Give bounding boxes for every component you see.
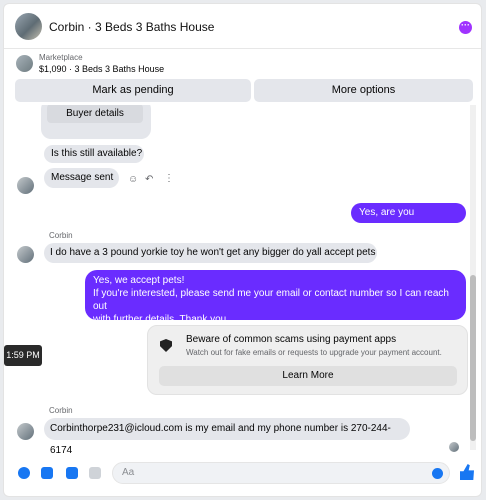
- image-icon[interactable]: [41, 467, 53, 479]
- read-receipt-avatar: [449, 442, 459, 452]
- message-bubble: I do have a 3 pound yorkie toy he won't …: [44, 243, 377, 263]
- message-bubble-outgoing: Yes, we accept pets! If you're intereste…: [85, 270, 466, 325]
- shield-icon: [160, 339, 172, 352]
- more-options-button[interactable]: More options: [254, 79, 473, 102]
- listing-thumbnail[interactable]: [16, 55, 33, 72]
- listing-price-title[interactable]: $1,090 · 3 Beds 3 Baths House: [39, 64, 164, 74]
- message-line: If you're interested, please send me you…: [93, 288, 449, 312]
- sender-name: Corbin: [49, 406, 73, 415]
- message-bubble: Corbinthorpe231@icloud.com is my email a…: [44, 418, 410, 456]
- message-input[interactable]: Aa: [112, 462, 450, 484]
- scam-description: Watch out for fake emails or requests to…: [186, 348, 442, 357]
- gif-icon[interactable]: [89, 467, 101, 479]
- mark-pending-button[interactable]: Mark as pending: [15, 79, 251, 102]
- marketplace-banner: Marketplace $1,090 · 3 Beds 3 Baths Hous…: [4, 49, 481, 105]
- reply-icon[interactable]: ↶: [145, 174, 153, 185]
- chat-title[interactable]: Corbin · 3 Beds 3 Baths House: [49, 20, 214, 34]
- buyer-details-card: Buyer details: [41, 105, 151, 139]
- more-actions-icon[interactable]: ⋮: [164, 173, 174, 184]
- avatar[interactable]: [17, 423, 34, 440]
- contact-avatar[interactable]: [15, 13, 42, 40]
- sticker-icon[interactable]: [66, 467, 78, 479]
- add-icon[interactable]: [18, 467, 30, 479]
- message-bubble: Message sent: [44, 168, 119, 188]
- scam-title: Beware of common scams using payment app…: [186, 334, 397, 345]
- scam-warning-card: Beware of common scams using payment app…: [147, 325, 468, 395]
- like-icon[interactable]: [460, 464, 474, 480]
- buyer-details-button[interactable]: Buyer details: [47, 105, 143, 123]
- avatar[interactable]: [17, 177, 34, 194]
- timestamp-tooltip: 1:59 PM: [4, 345, 42, 366]
- composer: Aa: [4, 456, 481, 496]
- marketplace-label: Marketplace: [39, 53, 83, 62]
- message-list: Buyer details Is this still available? M…: [4, 105, 469, 456]
- more-icon[interactable]: ···: [459, 21, 472, 34]
- avatar[interactable]: [17, 246, 34, 263]
- chat-header: Corbin · 3 Beds 3 Baths House ···: [4, 4, 481, 49]
- scrollbar-thumb[interactable]: [470, 275, 476, 441]
- message-line: Yes, we accept pets!: [93, 275, 185, 286]
- learn-more-button[interactable]: Learn More: [159, 366, 457, 386]
- scrollbar[interactable]: [470, 105, 476, 450]
- reaction-icon[interactable]: ☺: [128, 174, 138, 185]
- message-bubble: Is this still available?: [44, 145, 144, 163]
- emoji-icon[interactable]: [432, 468, 443, 479]
- message-bubble-outgoing: Yes, are you interested?: [351, 203, 466, 238]
- chat-window: Corbin · 3 Beds 3 Baths House ··· Market…: [3, 3, 482, 497]
- sender-name: Corbin: [49, 231, 73, 240]
